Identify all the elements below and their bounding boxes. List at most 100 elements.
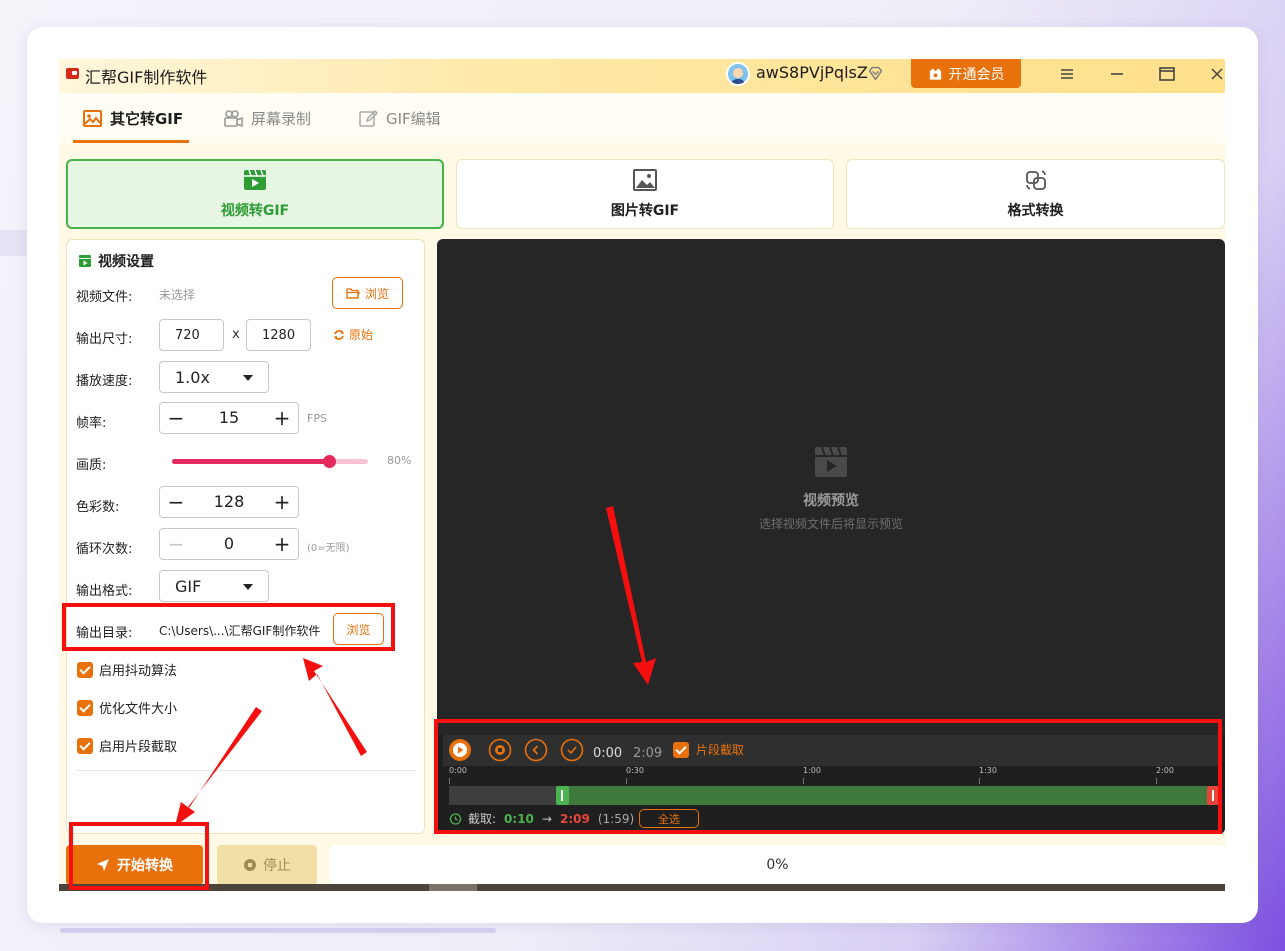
- browse-video-button[interactable]: 浏览: [332, 277, 403, 309]
- preview-title: 视频预览: [803, 493, 859, 509]
- plus-icon[interactable]: +: [273, 529, 291, 559]
- chevron-down-icon: [243, 375, 253, 381]
- minus-icon[interactable]: −: [167, 403, 185, 433]
- colors-label: 色彩数:: [76, 500, 120, 515]
- mode-format-convert[interactable]: 格式转换: [846, 159, 1225, 229]
- output-size-label: 输出尺寸:: [76, 332, 133, 347]
- tab-label: GIF编辑: [386, 109, 441, 128]
- stop-label: 停止: [263, 858, 291, 874]
- checkbox-label: 启用抖动算法: [99, 664, 178, 679]
- checkbox-label: 启用片段截取: [99, 740, 178, 755]
- video-settings-panel: 视频设置 视频文件: 未选择 浏览 输出尺寸: 720 x 1280 原始 播放…: [66, 239, 425, 834]
- preview-subtitle: 选择视频文件后将显示预览: [758, 517, 903, 531]
- stop-button[interactable]: 停止: [217, 845, 317, 885]
- folder-icon: [346, 288, 360, 299]
- horizontal-scrollbar[interactable]: [59, 884, 1225, 891]
- quality-slider-fill: [172, 459, 329, 464]
- gift-icon: [929, 67, 941, 80]
- mode-label: 格式转换: [1007, 203, 1064, 219]
- progress-bar: 0%: [330, 845, 1225, 885]
- original-size-button[interactable]: 原始: [333, 326, 373, 343]
- check-icon[interactable]: [77, 699, 93, 716]
- dither-checkbox[interactable]: 启用抖动算法: [77, 660, 177, 679]
- speed-select[interactable]: 1.0x: [159, 361, 269, 393]
- check-icon[interactable]: [77, 661, 93, 678]
- check-icon[interactable]: [77, 737, 93, 754]
- height-input[interactable]: 1280: [246, 319, 311, 351]
- panel-title-text: 视频设置: [98, 254, 154, 270]
- video-icon: [815, 446, 847, 477]
- colors-value[interactable]: 128: [190, 492, 268, 511]
- original-label: 原始: [349, 328, 374, 342]
- mode-image-to-gif[interactable]: 图片转GIF: [456, 159, 834, 229]
- tab-label: 屏幕录制: [251, 109, 312, 128]
- minus-icon[interactable]: −: [167, 529, 185, 559]
- stop-icon: [244, 859, 256, 871]
- chevron-down-icon: [243, 584, 253, 590]
- quality-slider[interactable]: [172, 455, 368, 468]
- optimize-size-checkbox[interactable]: 优化文件大小: [77, 698, 177, 717]
- format-label: 输出格式:: [76, 584, 133, 599]
- video-file-label: 视频文件:: [76, 290, 133, 305]
- loop-hint: (0=无限): [307, 543, 350, 554]
- quality-label: 画质:: [76, 458, 107, 473]
- loop-stepper[interactable]: − 0 +: [159, 528, 299, 560]
- menu-icon[interactable]: [1056, 63, 1078, 85]
- mode-label: 图片转GIF: [610, 203, 680, 219]
- avatar[interactable]: [726, 62, 750, 86]
- fps-value[interactable]: 15: [190, 408, 268, 427]
- minus-icon[interactable]: −: [167, 487, 185, 517]
- image-icon: [83, 109, 102, 127]
- tab-other-to-gif[interactable]: 其它转GIF: [83, 93, 183, 143]
- tab-bar: 其它转GIF 屏幕录制 GIF编辑: [59, 93, 1225, 143]
- mode-video-to-gif[interactable]: 视频转GIF: [66, 159, 444, 229]
- browse-label: 浏览: [364, 286, 389, 301]
- divider: [76, 770, 416, 771]
- checkbox-label: 优化文件大小: [99, 702, 178, 717]
- diamond-icon: [868, 66, 883, 81]
- annotation-box-output-dir: [62, 603, 395, 651]
- size-separator: x: [232, 327, 240, 342]
- loop-value[interactable]: 0: [190, 534, 268, 553]
- fps-stepper[interactable]: − 15 +: [159, 402, 299, 434]
- progress-text: 0%: [766, 857, 789, 873]
- vip-button[interactable]: 开通会员: [911, 59, 1021, 88]
- tab-label: 其它转GIF: [110, 109, 184, 128]
- video-file-value: 未选择: [159, 288, 196, 302]
- refresh-icon: [334, 329, 344, 340]
- plus-icon[interactable]: +: [273, 403, 291, 433]
- video-icon: [79, 255, 91, 267]
- colors-stepper[interactable]: − 128 +: [159, 486, 299, 518]
- scrollbar-thumb[interactable]: [429, 884, 477, 891]
- maximize-icon[interactable]: [1156, 63, 1178, 85]
- page-scrollbar[interactable]: [60, 928, 496, 933]
- camera-icon: [224, 109, 243, 127]
- edit-icon: [359, 109, 378, 127]
- active-tab-indicator: [73, 140, 189, 143]
- annotation-box-timeline: [434, 719, 1222, 834]
- loop-label: 循环次数:: [76, 542, 133, 557]
- speed-value: 1.0x: [175, 367, 210, 387]
- minimize-icon[interactable]: [1106, 63, 1128, 85]
- format-value: GIF: [175, 576, 202, 596]
- video-icon: [244, 169, 266, 190]
- fps-label: 帧率:: [76, 416, 107, 431]
- tab-screen-record[interactable]: 屏幕录制: [224, 93, 311, 143]
- plus-icon[interactable]: +: [273, 487, 291, 517]
- close-icon[interactable]: [1206, 63, 1225, 85]
- tab-gif-edit[interactable]: GIF编辑: [359, 93, 441, 143]
- width-input[interactable]: 720: [159, 319, 224, 351]
- mode-label: 视频转GIF: [220, 203, 290, 219]
- quality-slider-thumb[interactable]: [322, 455, 336, 468]
- picture-icon: [633, 169, 657, 191]
- segment-clip-checkbox[interactable]: 启用片段截取: [77, 736, 177, 755]
- username[interactable]: awS8PVjPqlsZ: [756, 63, 868, 82]
- vip-label: 开通会员: [948, 66, 1005, 83]
- app-logo-icon: [66, 68, 79, 79]
- convert-icon: [1025, 170, 1046, 190]
- speed-label: 播放速度:: [76, 374, 133, 389]
- format-select[interactable]: GIF: [159, 570, 269, 602]
- annotation-box-start-button: [69, 822, 209, 890]
- panel-title: 视频设置: [79, 251, 154, 271]
- quality-value: 80%: [387, 454, 412, 467]
